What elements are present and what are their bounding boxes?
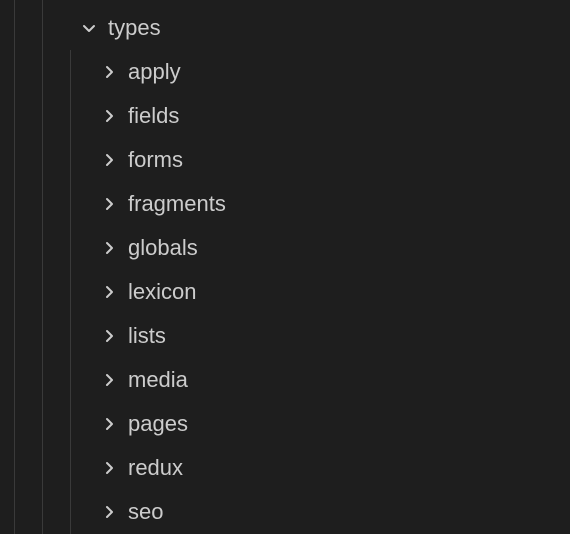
folder-label: seo	[128, 501, 163, 523]
chevron-right-icon	[98, 369, 120, 391]
folder-label: media	[128, 369, 188, 391]
folder-pages[interactable]: pages	[0, 402, 570, 446]
folder-forms[interactable]: forms	[0, 138, 570, 182]
folder-label: redux	[128, 457, 183, 479]
chevron-right-icon	[98, 149, 120, 171]
folder-seo[interactable]: seo	[0, 490, 570, 534]
chevron-right-icon	[98, 325, 120, 347]
chevron-right-icon	[98, 501, 120, 523]
folder-redux[interactable]: redux	[0, 446, 570, 490]
folder-fields[interactable]: fields	[0, 94, 570, 138]
folder-lists[interactable]: lists	[0, 314, 570, 358]
folder-label: fields	[128, 105, 179, 127]
folder-media[interactable]: media	[0, 358, 570, 402]
chevron-right-icon	[98, 237, 120, 259]
folder-label: lexicon	[128, 281, 196, 303]
file-tree: types apply fields forms fragment	[0, 0, 570, 534]
folder-label: globals	[128, 237, 198, 259]
folder-lexicon[interactable]: lexicon	[0, 270, 570, 314]
chevron-right-icon	[98, 193, 120, 215]
folder-children: apply fields forms fragments globals	[0, 50, 570, 534]
folder-label: pages	[128, 413, 188, 435]
folder-label: types	[108, 17, 161, 39]
chevron-down-icon	[78, 17, 100, 39]
folder-types[interactable]: types	[0, 6, 570, 50]
folder-apply[interactable]: apply	[0, 50, 570, 94]
chevron-right-icon	[98, 61, 120, 83]
chevron-right-icon	[98, 457, 120, 479]
folder-globals[interactable]: globals	[0, 226, 570, 270]
chevron-right-icon	[98, 413, 120, 435]
folder-fragments[interactable]: fragments	[0, 182, 570, 226]
folder-label: fragments	[128, 193, 226, 215]
folder-label: forms	[128, 149, 183, 171]
folder-label: apply	[128, 61, 181, 83]
chevron-right-icon	[98, 281, 120, 303]
chevron-right-icon	[98, 105, 120, 127]
folder-label: lists	[128, 325, 166, 347]
